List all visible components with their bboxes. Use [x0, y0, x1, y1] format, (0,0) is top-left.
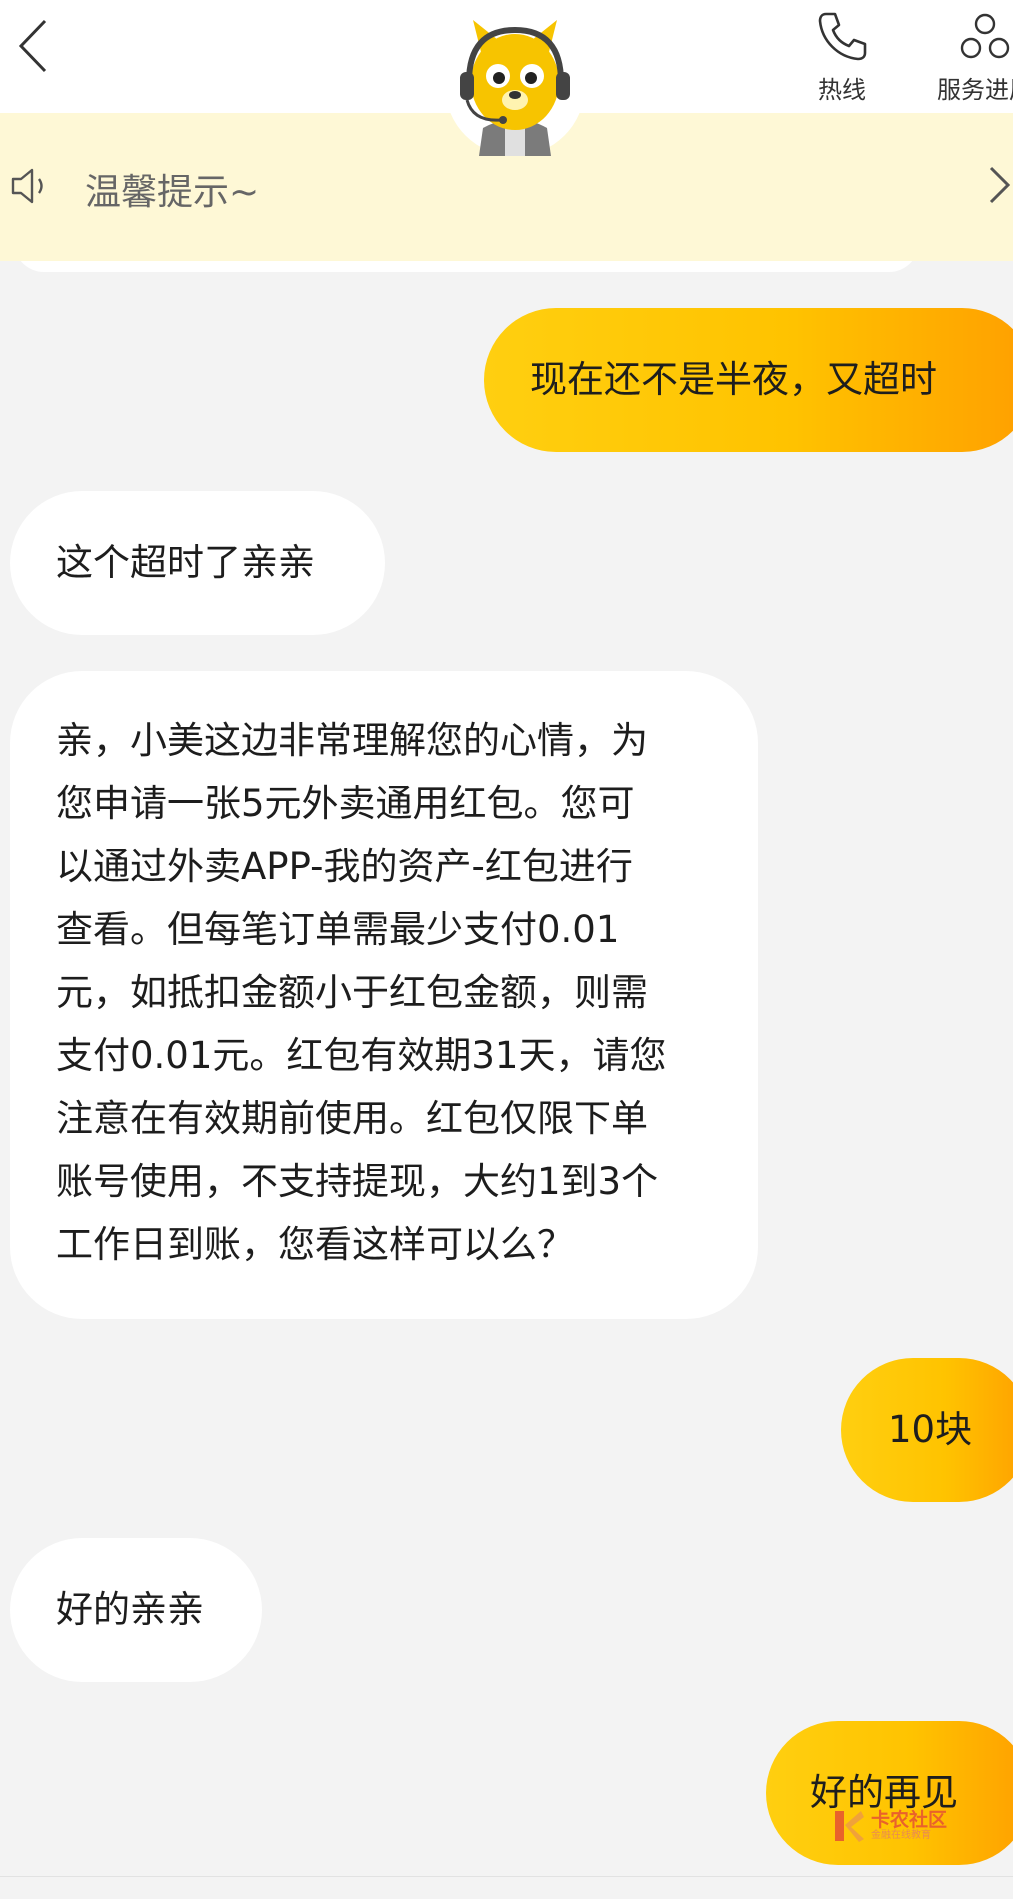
message-text: 10块	[888, 1408, 973, 1451]
hotline-button[interactable]: 热线	[787, 0, 897, 113]
service-progress-icon	[960, 13, 1010, 59]
message-text: 好的亲亲	[56, 1588, 204, 1631]
chevron-left-icon	[18, 19, 47, 73]
message-text: 亲，小美这边非常理解您的心情，为 您申请一张5元外卖通用红包。您可 以通过外卖A…	[56, 719, 667, 1266]
agent-message[interactable]: 这个超时了亲亲	[10, 491, 385, 635]
message-text: 现在还不是半夜，又超时	[530, 358, 937, 401]
agent-message[interactable]: 亲，小美这边非常理解您的心情，为 您申请一张5元外卖通用红包。您可 以通过外卖A…	[10, 671, 758, 1319]
user-message[interactable]: 现在还不是半夜，又超时	[484, 308, 1013, 452]
watermark-title: 卡农社区	[871, 1809, 948, 1831]
chevron-right-icon	[988, 165, 1012, 209]
phone-icon	[818, 12, 867, 61]
user-message[interactable]: 10块	[841, 1358, 1013, 1502]
agent-message[interactable]: 好的亲亲	[10, 1538, 262, 1682]
forum-logo-icon	[835, 1811, 864, 1842]
divider	[0, 1876, 1013, 1877]
service-progress-label: 服务进展	[937, 76, 1013, 104]
watermark-subtitle: 金融在线教育	[871, 1830, 931, 1841]
speaker-icon	[10, 166, 52, 210]
watermark: 卡农社区 金融在线教育	[833, 1806, 983, 1846]
service-progress-button[interactable]: 服务进展	[925, 0, 1013, 113]
notice-text: 温馨提示~	[85, 172, 260, 213]
message-text: 这个超时了亲亲	[56, 541, 315, 584]
support-mascot-icon	[443, 0, 587, 160]
hotline-label: 热线	[818, 76, 866, 104]
back-button[interactable]	[8, 14, 58, 78]
